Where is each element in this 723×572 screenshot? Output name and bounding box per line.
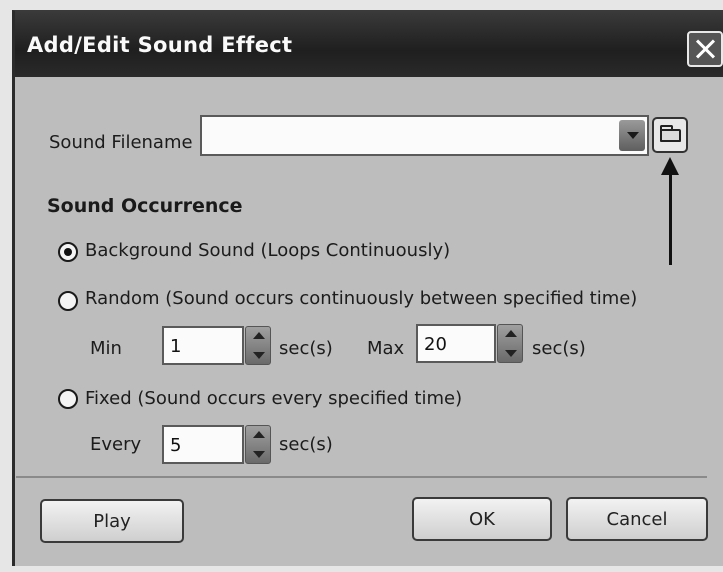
radio-random-label: Random (Sound occurs continuously betwee… [85,288,638,309]
min-label: Min [90,338,122,359]
cancel-button[interactable]: Cancel [566,497,708,541]
radio-background-sound[interactable] [58,242,78,262]
radio-fixed-label: Fixed (Sound occurs every specified time… [85,388,463,409]
ok-button[interactable]: OK [412,497,552,541]
close-icon[interactable] [687,31,723,67]
section-heading-occurrence: Sound Occurrence [47,195,243,217]
max-input[interactable]: 20 [416,324,496,363]
every-input[interactable]: 5 [162,425,244,464]
browse-button[interactable] [652,117,688,153]
window-title: Add/Edit Sound Effect [27,33,293,57]
chevron-down-icon[interactable] [619,120,645,151]
min-value: 1 [170,336,182,357]
max-value: 20 [424,334,447,355]
divider [16,476,707,478]
annotation-arrow-line [669,170,672,265]
sound-filename-combobox[interactable] [200,115,649,156]
title-bar: Add/Edit Sound Effect [15,11,723,77]
folder-open-icon [660,125,681,142]
sound-filename-label: Sound Filename [49,132,193,153]
every-unit: sec(s) [279,434,333,455]
radio-fixed[interactable] [58,389,78,409]
radio-background-label: Background Sound (Loops Continuously) [85,240,451,261]
min-unit: sec(s) [279,338,333,359]
max-label: Max [367,338,405,359]
every-label: Every [90,434,142,455]
every-value: 5 [170,435,182,456]
play-button[interactable]: Play [40,499,184,543]
max-spinner[interactable] [497,324,523,363]
radio-random[interactable] [58,291,78,311]
min-spinner[interactable] [245,326,271,365]
every-spinner[interactable] [245,425,271,464]
min-input[interactable]: 1 [162,326,244,365]
max-unit: sec(s) [532,338,586,359]
